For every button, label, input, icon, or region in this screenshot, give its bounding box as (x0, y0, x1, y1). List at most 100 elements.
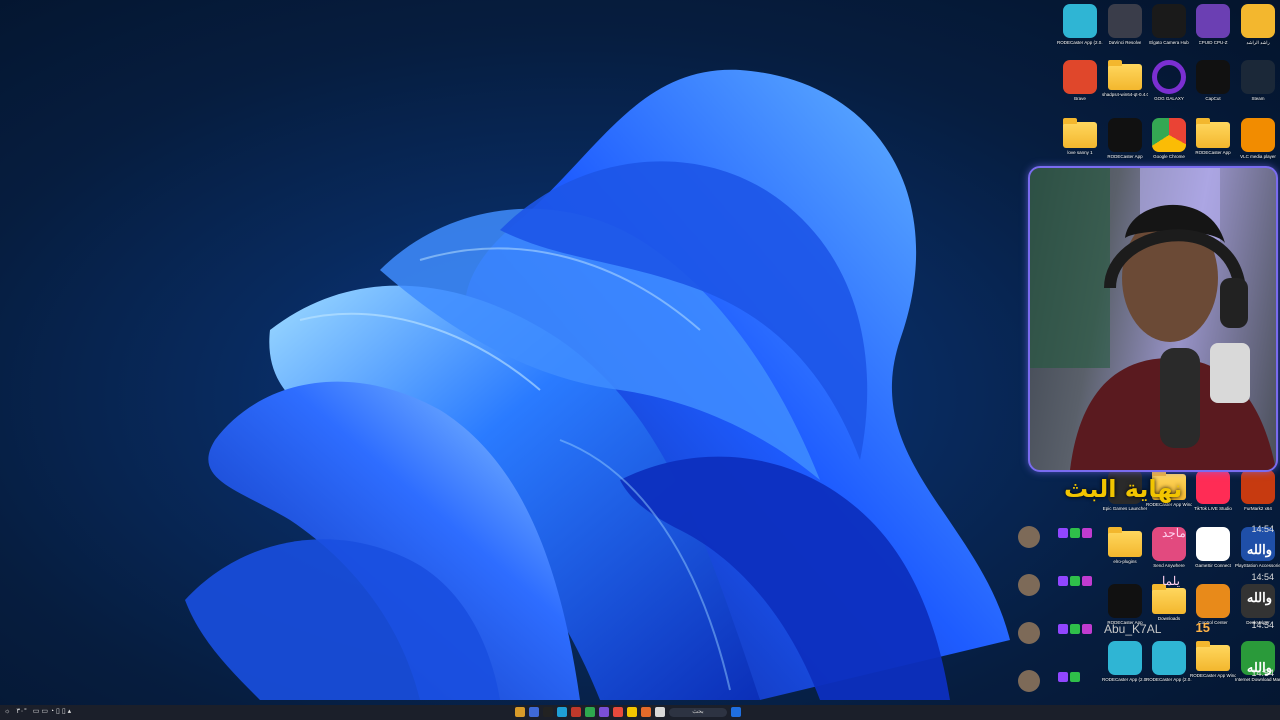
chat-text: 15 (1195, 620, 1210, 635)
chat-time: 14:54 (1251, 524, 1274, 534)
stream-alert-title: نهاية البث (1064, 475, 1183, 503)
chat-badges (1058, 624, 1092, 634)
chat-message: 14:54 والله (1012, 660, 1280, 708)
desktop-shortcut-label: راشد الراشد (1246, 40, 1270, 45)
folder-icon (1196, 118, 1230, 148)
desktop-shortcut-label: RODECaster App (1107, 154, 1143, 159)
task-view-icon[interactable] (543, 707, 553, 717)
sub-badge-icon (1070, 528, 1080, 538)
desktop-shortcut-label: Google Chrome (1153, 154, 1185, 159)
desktop-shortcut-label: love sanny 1 (1067, 150, 1093, 155)
app-icon[interactable] (641, 707, 651, 717)
desktop-shortcut[interactable]: RODECaster App (1103, 118, 1147, 168)
app-icon[interactable] (599, 707, 609, 717)
stream-chat-overlay: ماجد 14:54 والله يلما 14:54 والله Abu_K7… (1012, 520, 1280, 710)
desktop-shortcut-label: Brave (1074, 96, 1086, 101)
rodecaster-app-icon (1063, 4, 1097, 38)
desktop-shortcut[interactable]: Google Chrome (1147, 118, 1191, 168)
chat-badges (1058, 576, 1092, 586)
desktop-shortcut-label: GOG GALAXY (1154, 96, 1184, 101)
desktop-shortcut[interactable]: Brave (1058, 60, 1102, 110)
desktop-shortcut-label: RODECaster App (2.0.175) - Wave (1057, 40, 1103, 45)
desktop-shortcut[interactable]: RODECaster App (2.0.175) - Wave (1057, 4, 1103, 54)
chat-badges (1058, 528, 1092, 538)
folder-icon (1063, 118, 1097, 148)
chat-text: والله (1246, 660, 1272, 675)
chat-time: 14:54 (1251, 572, 1274, 582)
chat-message: ماجد 14:54 والله (1012, 520, 1280, 564)
start-icon[interactable] (529, 707, 539, 717)
desktop-shortcut-label: Epic Games Launcher (1102, 506, 1148, 511)
user-folder-icon (1241, 4, 1275, 38)
chat-avatar (1018, 670, 1040, 692)
chat-text: والله (1246, 590, 1272, 605)
gift-badge-icon (1082, 576, 1092, 586)
gift-badge-icon (1082, 624, 1092, 634)
streamer-video (1030, 168, 1276, 470)
desktop-shortcut[interactable]: راشد الراشد (1236, 4, 1280, 54)
app-icon[interactable] (731, 707, 741, 717)
chat-username: ماجد (1162, 526, 1186, 540)
desktop-shortcut[interactable]: CPUID CPU-Z (1191, 4, 1235, 54)
desktop-shortcut[interactable]: Elgato Camera Hub (1147, 4, 1191, 54)
desktop-shortcut[interactable]: DaVinci Resolve (1103, 4, 1147, 54)
chat-badges (1058, 672, 1080, 682)
chat-message: يلما 14:54 والله (1012, 568, 1280, 612)
desktop-shortcut[interactable]: love sanny 1 (1058, 118, 1102, 168)
desktop-shortcut-label: FurMark2 x64 (1244, 506, 1272, 511)
desktop-shortcut-label: TikTok LIVE Studio (1194, 506, 1232, 511)
weather-temp: ٣٠° (16, 708, 27, 715)
davinci-resolve-icon (1108, 4, 1142, 38)
desktop-shortcut-label: shadps4-win64-qt-0.4.0 (1102, 92, 1148, 97)
app-icon[interactable] (613, 707, 623, 717)
chat-message: Abu_K7AL 14:54 15 (1012, 616, 1280, 660)
taskbar-search[interactable]: بحث (669, 707, 727, 717)
chat-text: والله (1246, 542, 1272, 557)
webcam-overlay (1028, 166, 1278, 472)
app-icon[interactable] (571, 707, 581, 717)
desktop-shortcut-label: Steam (1251, 96, 1265, 101)
taskbar: ☼ ٣٠° ▭ ▭ ◔ ▯ ▯ ▴ بحث (0, 705, 1280, 720)
desktop-shortcut-label: Elgato Camera Hub (1149, 40, 1189, 45)
sub-badge-icon (1070, 672, 1080, 682)
desktop-shortcut-label: DaVinci Resolve (1108, 40, 1142, 45)
folder-icon (1108, 60, 1142, 90)
desktop-shortcut-label: RODECaster App (1195, 150, 1231, 155)
widgets-icon[interactable] (515, 707, 525, 717)
desktop-shortcut-label: CPUID CPU-Z (1198, 40, 1228, 45)
camera-hub-icon (1152, 4, 1186, 38)
edge-icon[interactable] (557, 707, 567, 717)
weather-icon: ☼ (4, 707, 11, 715)
capcut-icon (1196, 60, 1230, 94)
desktop-shortcut[interactable]: CapCut (1191, 60, 1235, 110)
chat-username: يلما (1162, 574, 1180, 588)
sub-badge-icon (1070, 576, 1080, 586)
gift-badge-icon (1082, 528, 1092, 538)
file-explorer-icon[interactable] (627, 707, 637, 717)
app-icon[interactable] (655, 707, 665, 717)
twitch-badge-icon (1058, 576, 1068, 586)
rodecaster-icon (1108, 118, 1142, 152)
twitch-badge-icon (1058, 624, 1068, 634)
desktop-shortcut[interactable]: RODECaster App (1191, 118, 1235, 168)
taskbar-weather[interactable]: ☼ ٣٠° ▭ ▭ ◔ ▯ ▯ ▴ (4, 707, 72, 716)
desktop-shortcut[interactable]: shadps4-win64-qt-0.4.0 (1102, 60, 1148, 110)
chat-avatar (1018, 574, 1040, 596)
twitch-badge-icon (1058, 528, 1068, 538)
twitch-badge-icon (1058, 672, 1068, 682)
desktop-shortcut[interactable]: VLC media player (1236, 118, 1280, 168)
desktop-shortcut[interactable]: Steam (1236, 60, 1280, 110)
desktop-shortcut-label: CapCut (1205, 96, 1221, 101)
chat-avatar (1018, 622, 1040, 644)
chat-time: 14:54 (1251, 620, 1274, 630)
brave-icon (1063, 60, 1097, 94)
tray-icons: ▭ ▭ ◔ ▯ ▯ ▴ (32, 708, 72, 715)
desktop-shortcut-label: VLC media player (1240, 154, 1276, 159)
sub-badge-icon (1070, 624, 1080, 634)
app-icon[interactable] (585, 707, 595, 717)
steam-icon (1241, 60, 1275, 94)
desktop-shortcut[interactable]: GOG GALAXY (1147, 60, 1191, 110)
taskbar-apps: بحث (515, 707, 741, 717)
cpu-z-icon (1196, 4, 1230, 38)
stream-alert-banner: نهاية البث (1064, 472, 1274, 506)
